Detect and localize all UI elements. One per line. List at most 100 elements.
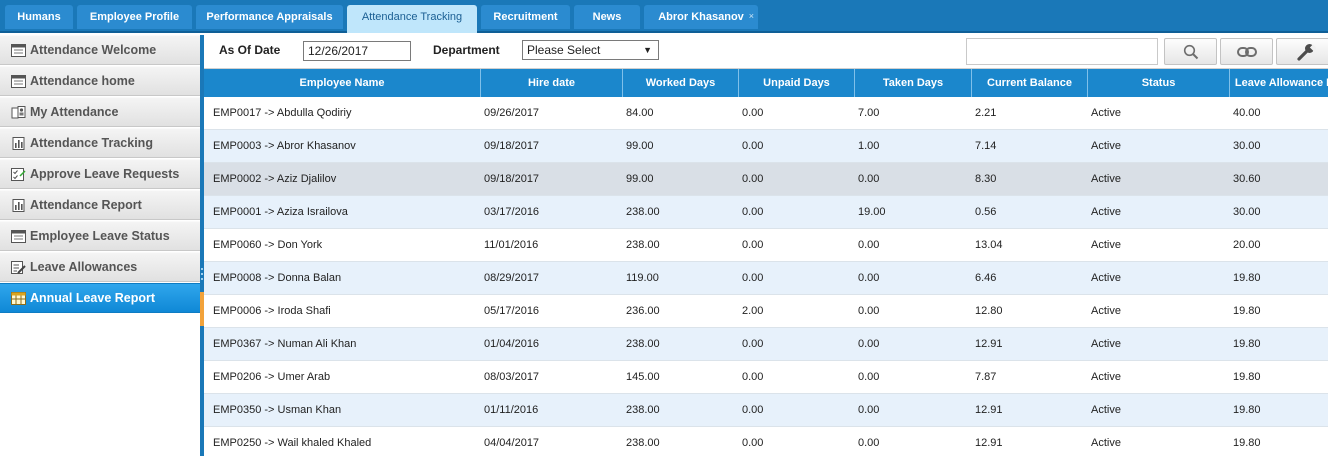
sidebar-item-label: Approve Leave Requests xyxy=(30,167,180,181)
cell-unpaid-days: 0.00 xyxy=(742,338,764,350)
cell-unpaid-days: 0.00 xyxy=(742,272,764,284)
table-row[interactable]: EMP0008 -> Donna Balan 08/29/2017 119.00 0.… xyxy=(204,262,1328,295)
cell-leave-allowance: 40.00 xyxy=(1233,107,1261,119)
cell-status: Active xyxy=(1091,437,1121,449)
cell-taken-days: 0.00 xyxy=(858,272,880,284)
department-select[interactable]: Please Select ▼ xyxy=(522,40,659,60)
sidebar-item-label: Attendance Report xyxy=(30,198,142,212)
link-button[interactable] xyxy=(1220,38,1273,65)
column-header-status[interactable]: Status xyxy=(1088,69,1230,97)
cell-leave-allowance: 30.60 xyxy=(1233,173,1261,185)
calendar-grid-icon xyxy=(11,292,26,305)
cell-worked-days: 84.00 xyxy=(626,107,654,119)
dropdown-arrow-icon: ▼ xyxy=(643,45,652,55)
tab-performance-appraisals[interactable]: Performance Appraisals xyxy=(196,5,343,29)
close-tab-icon[interactable]: × xyxy=(749,5,754,28)
tab-employee-profile[interactable]: Employee Profile xyxy=(77,5,192,29)
sidebar-item-attendance-tracking[interactable]: Attendance Tracking xyxy=(0,128,200,158)
cell-status: Active xyxy=(1091,305,1121,317)
annual-leave-grid: Employee Name Hire date Worked Days Unpaid … xyxy=(204,69,1328,456)
cell-hire-date: 09/18/2017 xyxy=(484,140,540,152)
tab-news[interactable]: News xyxy=(574,5,640,29)
tab-label: News xyxy=(592,11,622,23)
column-header-taken-days[interactable]: Taken Days xyxy=(855,69,972,97)
sidebar-item-attendance-home[interactable]: Attendance home xyxy=(0,66,200,96)
table-row[interactable]: EMP0250 -> Wail khaled Khaled 04/04/2017 2… xyxy=(204,427,1328,456)
as-of-date-input[interactable] xyxy=(303,41,411,61)
cell-worked-days: 238.00 xyxy=(626,404,660,416)
column-header-current-balance[interactable]: Current Balance xyxy=(972,69,1088,97)
table-row[interactable]: EMP0206 -> Umer Arab 08/03/2017 145.00 0.00… xyxy=(204,361,1328,394)
cell-unpaid-days: 2.00 xyxy=(742,305,764,317)
search-button[interactable] xyxy=(1164,38,1217,65)
wrench-icon xyxy=(1297,43,1316,61)
sidebar-item-label: My Attendance xyxy=(30,105,119,119)
cell-current-balance: 7.14 xyxy=(975,140,997,152)
cell-unpaid-days: 0.00 xyxy=(742,371,764,383)
cell-status: Active xyxy=(1091,404,1121,416)
tab-abror-khasanov[interactable]: Abror Khasanov × xyxy=(644,5,758,29)
cell-leave-allowance: 19.80 xyxy=(1233,338,1261,350)
table-row[interactable]: EMP0060 -> Don York 11/01/2016 238.00 0.00 0… xyxy=(204,229,1328,262)
cell-current-balance: 12.80 xyxy=(975,305,1003,317)
sidebar-item-attendance-welcome[interactable]: Attendance Welcome xyxy=(0,35,200,65)
cell-current-balance: 8.30 xyxy=(975,173,997,185)
report-icon xyxy=(12,199,25,212)
grid-header-row: Employee Name Hire date Worked Days Unpaid … xyxy=(204,69,1328,97)
cell-current-balance: 6.46 xyxy=(975,272,997,284)
report-icon xyxy=(12,137,25,150)
cell-taken-days: 0.00 xyxy=(858,338,880,350)
column-header-employee-name[interactable]: Employee Name xyxy=(204,69,481,97)
table-row[interactable]: EMP0006 -> Iroda Shafi 05/17/2016 236.00 2.… xyxy=(204,295,1328,328)
tab-label: Attendance Tracking xyxy=(361,11,463,23)
table-row[interactable]: EMP0002 -> Aziz Djalilov 09/18/2017 99.00 0… xyxy=(204,163,1328,196)
cell-status: Active xyxy=(1091,173,1121,185)
filter-toolbar: As Of Date Department Please Select ▼ xyxy=(204,35,1328,69)
cell-taken-days: 7.00 xyxy=(858,107,880,119)
cell-hire-date: 09/26/2017 xyxy=(484,107,540,119)
department-label: Department xyxy=(433,43,500,57)
sidebar-item-my-attendance[interactable]: My Attendance xyxy=(0,97,200,127)
cell-employee-name: EMP0350 -> Usman Khan xyxy=(213,404,342,416)
sidebar-item-label: Attendance Welcome xyxy=(30,43,157,57)
cell-current-balance: 2.21 xyxy=(975,107,997,119)
column-header-hire-date[interactable]: Hire date xyxy=(481,69,623,97)
cell-leave-allowance: 19.80 xyxy=(1233,272,1261,284)
column-header-worked-days[interactable]: Worked Days xyxy=(623,69,739,97)
cell-leave-allowance: 19.80 xyxy=(1233,371,1261,383)
tab-recruitment[interactable]: Recruitment xyxy=(481,5,570,29)
table-row[interactable]: EMP0003 -> Abror Khasanov 09/18/2017 99.00… xyxy=(204,130,1328,163)
cell-taken-days: 0.00 xyxy=(858,305,880,317)
tab-humans[interactable]: Humans xyxy=(5,5,73,29)
cell-leave-allowance: 30.00 xyxy=(1233,206,1261,218)
sidebar-item-approve-leave-requests[interactable]: Approve Leave Requests xyxy=(0,159,200,189)
cell-status: Active xyxy=(1091,371,1121,383)
cell-employee-name: EMP0002 -> Aziz Djalilov xyxy=(213,173,337,185)
sidebar-item-annual-leave-report[interactable]: Annual Leave Report xyxy=(0,283,200,313)
sidebar-item-label: Attendance home xyxy=(30,74,135,88)
cell-leave-allowance: 19.80 xyxy=(1233,404,1261,416)
sidebar-item-leave-allowances[interactable]: Leave Allowances xyxy=(0,252,200,282)
department-selected-value: Please Select xyxy=(527,43,601,57)
cell-hire-date: 11/01/2016 xyxy=(484,239,539,251)
cell-status: Active xyxy=(1091,272,1121,284)
column-header-unpaid-days[interactable]: Unpaid Days xyxy=(739,69,855,97)
cell-employee-name: EMP0003 -> Abror Khasanov xyxy=(213,140,356,152)
cell-current-balance: 12.91 xyxy=(975,338,1003,350)
table-row[interactable]: EMP0001 -> Aziza Israilova 03/17/2016 238.… xyxy=(204,196,1328,229)
settings-button[interactable] xyxy=(1276,38,1328,65)
column-header-leave-allowance[interactable]: Leave Allowance D xyxy=(1230,69,1328,97)
sidebar-item-attendance-report[interactable]: Attendance Report xyxy=(0,190,200,220)
search-input[interactable] xyxy=(966,38,1158,65)
cell-hire-date: 09/18/2017 xyxy=(484,173,540,185)
table-row[interactable]: EMP0350 -> Usman Khan 01/11/2016 238.00 0.0… xyxy=(204,394,1328,427)
cell-worked-days: 238.00 xyxy=(626,206,660,218)
cell-taken-days: 19.00 xyxy=(858,206,886,218)
sidebar-item-employee-leave-status[interactable]: Employee Leave Status xyxy=(0,221,200,251)
checklist-icon xyxy=(11,168,26,181)
table-row[interactable]: EMP0367 -> Numan Ali Khan 01/04/2016 238.0… xyxy=(204,328,1328,361)
cell-worked-days: 238.00 xyxy=(626,437,660,449)
cell-worked-days: 145.00 xyxy=(626,371,660,383)
tab-attendance-tracking[interactable]: Attendance Tracking xyxy=(347,5,477,33)
table-row[interactable]: EMP0017 -> Abdulla Qodiriy 09/26/2017 84.0… xyxy=(204,97,1328,130)
